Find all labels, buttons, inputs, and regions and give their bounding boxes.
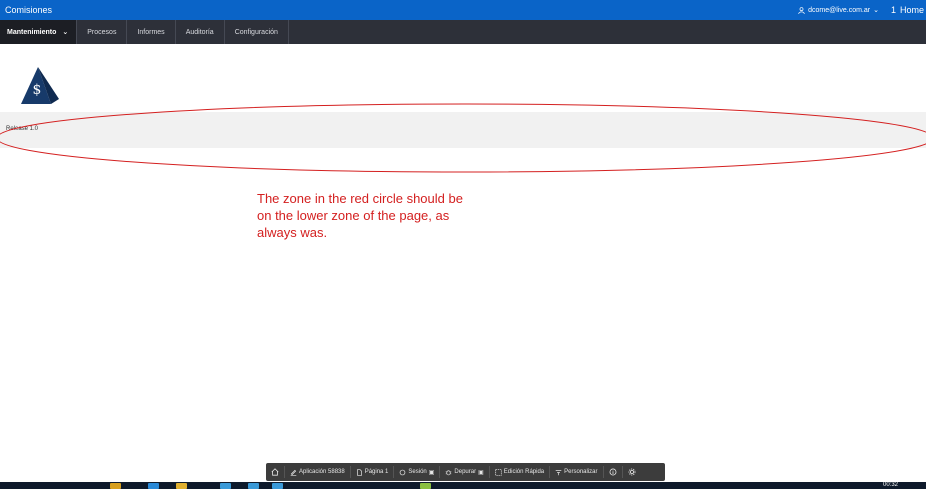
edit-icon	[290, 469, 297, 476]
taskbar-folder-icon[interactable]	[110, 483, 121, 489]
taskbar-app-icon[interactable]	[248, 483, 259, 489]
gear-icon	[628, 468, 635, 476]
dev-settings-button[interactable]	[623, 466, 641, 478]
window-icon: ▣	[478, 469, 484, 476]
taskbar-app-icon[interactable]	[220, 483, 231, 489]
home-icon	[271, 468, 279, 476]
window-icon: ▣	[428, 469, 435, 476]
user-icon	[798, 6, 805, 14]
taskbar-clock[interactable]: 00:32	[883, 482, 898, 488]
title-bar: Comisiones dcome@live.com.ar ⌄ 1 Home	[0, 0, 926, 20]
nav-item-informes[interactable]: Informes	[127, 20, 176, 44]
chat-icon	[400, 469, 406, 475]
dev-customize-label: Personalizar	[564, 469, 598, 475]
bug-icon	[446, 469, 452, 475]
dev-session-button[interactable]: Sesión ▣	[394, 466, 441, 478]
dev-customize-button[interactable]: Personalizar	[550, 466, 604, 478]
title-bar-right: dcome@live.com.ar ⌄ 1 Home	[798, 5, 926, 15]
main-nav: Mantenimiento ⌄ Procesos Informes Audito…	[0, 20, 926, 44]
dev-info-button[interactable]	[604, 466, 623, 478]
dev-page-label: Página 1	[364, 469, 389, 475]
dev-quick-edit-label: Edición Rápida	[503, 469, 545, 475]
user-menu[interactable]: dcome@live.com.ar ⌄	[798, 6, 879, 14]
nav-item-label: Configuración	[234, 28, 278, 36]
dev-application-button[interactable]: Aplicación 58838	[285, 466, 351, 478]
app-logo[interactable]: $	[21, 67, 59, 104]
quick-edit-icon	[495, 468, 502, 476]
taskbar-app-icon[interactable]	[420, 483, 431, 489]
page-edit-icon	[356, 468, 362, 476]
os-taskbar: 00:32	[0, 482, 926, 489]
nav-item-label: Auditoría	[185, 28, 214, 36]
nav-item-auditoria[interactable]: Auditoría	[176, 20, 225, 44]
dev-debug-label: Depurar	[454, 469, 477, 475]
home-label: Home	[899, 5, 924, 15]
developer-toolbar: Aplicación 58838 Página 1 Sesión ▣ Depur…	[266, 463, 665, 481]
chevron-down-icon: ⌄	[873, 7, 879, 14]
home-number: 1	[890, 5, 896, 15]
nav-item-mantenimiento[interactable]: Mantenimiento ⌄	[0, 20, 78, 44]
taskbar-explorer-icon[interactable]	[176, 483, 187, 489]
dev-session-label: Sesión	[408, 469, 427, 475]
customize-icon	[555, 469, 562, 475]
dev-debug-button[interactable]: Depurar ▣	[440, 466, 490, 478]
chevron-down-icon: ⌄	[62, 29, 69, 36]
info-icon	[609, 468, 616, 476]
user-email: dcome@live.com.ar	[808, 6, 871, 14]
taskbar-app-icon[interactable]	[272, 483, 283, 489]
nav-item-configuracion[interactable]: Configuración	[225, 20, 289, 44]
taskbar-browser-icon[interactable]	[148, 483, 159, 489]
home-link[interactable]: 1 Home	[891, 5, 924, 15]
app-title[interactable]: Comisiones	[0, 5, 52, 15]
annotation-note: The zone in the red circle should be on …	[257, 191, 463, 240]
red-circle-annotation	[0, 103, 926, 173]
nav-item-label: Mantenimiento	[7, 28, 57, 36]
nav-item-label: Procesos	[87, 28, 117, 36]
dev-page-button[interactable]: Página 1	[351, 466, 395, 478]
dev-quick-edit-button[interactable]: Edición Rápida	[490, 466, 551, 478]
logo-symbol: $	[33, 82, 42, 98]
dev-application-label: Aplicación 58838	[299, 469, 345, 475]
dev-home-button[interactable]	[266, 466, 285, 478]
nav-item-procesos[interactable]: Procesos	[77, 20, 128, 44]
nav-item-label: Informes	[137, 28, 165, 36]
